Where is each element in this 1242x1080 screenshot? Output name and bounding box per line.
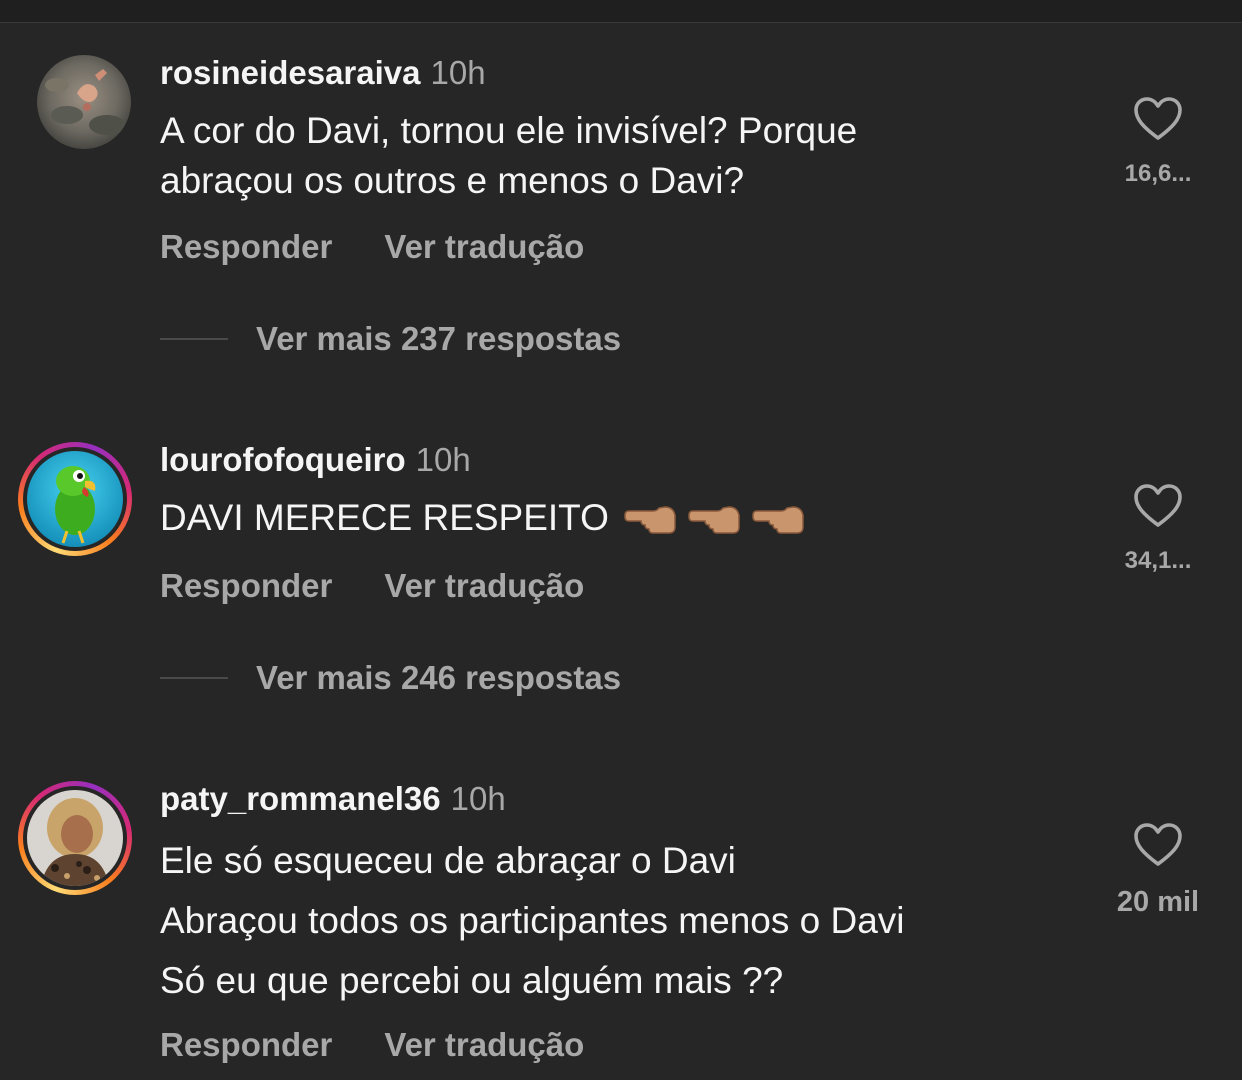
like-count: 20 mil bbox=[1116, 886, 1200, 918]
comment-text: DAVI MERECE RESPEITO bbox=[160, 493, 805, 543]
translate-button[interactable]: Ver tradução bbox=[384, 567, 584, 605]
top-bar bbox=[0, 0, 1242, 22]
view-more-replies-button[interactable]: Ver mais 246 respostas bbox=[160, 659, 621, 697]
comment-line: abraçou os outros e menos o Davi? bbox=[160, 160, 745, 201]
comment-line: Ele só esqueceu de abraçar o Davi bbox=[160, 840, 736, 881]
translate-button[interactable]: Ver tradução bbox=[384, 1026, 584, 1064]
heart-outline-icon[interactable] bbox=[1110, 483, 1206, 529]
view-more-replies-button[interactable]: Ver mais 237 respostas bbox=[160, 320, 621, 358]
pointing-emoji-group bbox=[623, 503, 805, 537]
avatar[interactable] bbox=[18, 442, 132, 556]
reply-button[interactable]: Responder bbox=[160, 567, 332, 605]
reply-button[interactable]: Responder bbox=[160, 1026, 332, 1064]
divider bbox=[0, 22, 1242, 23]
backhand-index-pointing-left-emoji bbox=[624, 506, 676, 534]
comment-username[interactable]: paty_rommanel36 bbox=[160, 780, 441, 817]
comment-timestamp: 10h bbox=[415, 441, 471, 478]
like-count: 34,1... bbox=[1124, 547, 1192, 574]
replies-divider bbox=[160, 338, 228, 340]
heart-outline-icon[interactable] bbox=[1110, 96, 1206, 142]
comment-timestamp: 10h bbox=[450, 780, 506, 817]
view-more-replies-label: Ver mais 237 respostas bbox=[256, 320, 622, 357]
view-more-replies-label: Ver mais 246 respostas bbox=[256, 659, 622, 696]
comment-text: Ele só esqueceu de abraçar o Davi Abraço… bbox=[160, 831, 905, 1011]
comment-line: Só eu que percebi ou alguém mais ?? bbox=[160, 960, 784, 1001]
reply-button[interactable]: Responder bbox=[160, 228, 332, 266]
translate-button[interactable]: Ver tradução bbox=[384, 228, 584, 266]
comment-line: A cor do Davi, tornou ele invisível? Por… bbox=[160, 110, 858, 151]
comment-line: Abraçou todos os participantes menos o D… bbox=[160, 900, 905, 941]
backhand-index-pointing-left-emoji bbox=[688, 506, 740, 534]
comment-line: DAVI MERECE RESPEITO bbox=[160, 497, 609, 538]
avatar[interactable] bbox=[18, 781, 132, 895]
comment-timestamp: 10h bbox=[430, 54, 486, 91]
comment-username[interactable]: rosineidesaraiva bbox=[160, 54, 421, 91]
backhand-index-pointing-left-emoji bbox=[752, 506, 804, 534]
comment-text: A cor do Davi, tornou ele invisível? Por… bbox=[160, 106, 857, 206]
heart-outline-icon[interactable] bbox=[1110, 822, 1206, 868]
like-count: 16,6... bbox=[1124, 160, 1192, 187]
replies-divider bbox=[160, 677, 228, 679]
avatar[interactable] bbox=[37, 55, 131, 149]
comment-username[interactable]: lourofofoqueiro bbox=[160, 441, 406, 478]
